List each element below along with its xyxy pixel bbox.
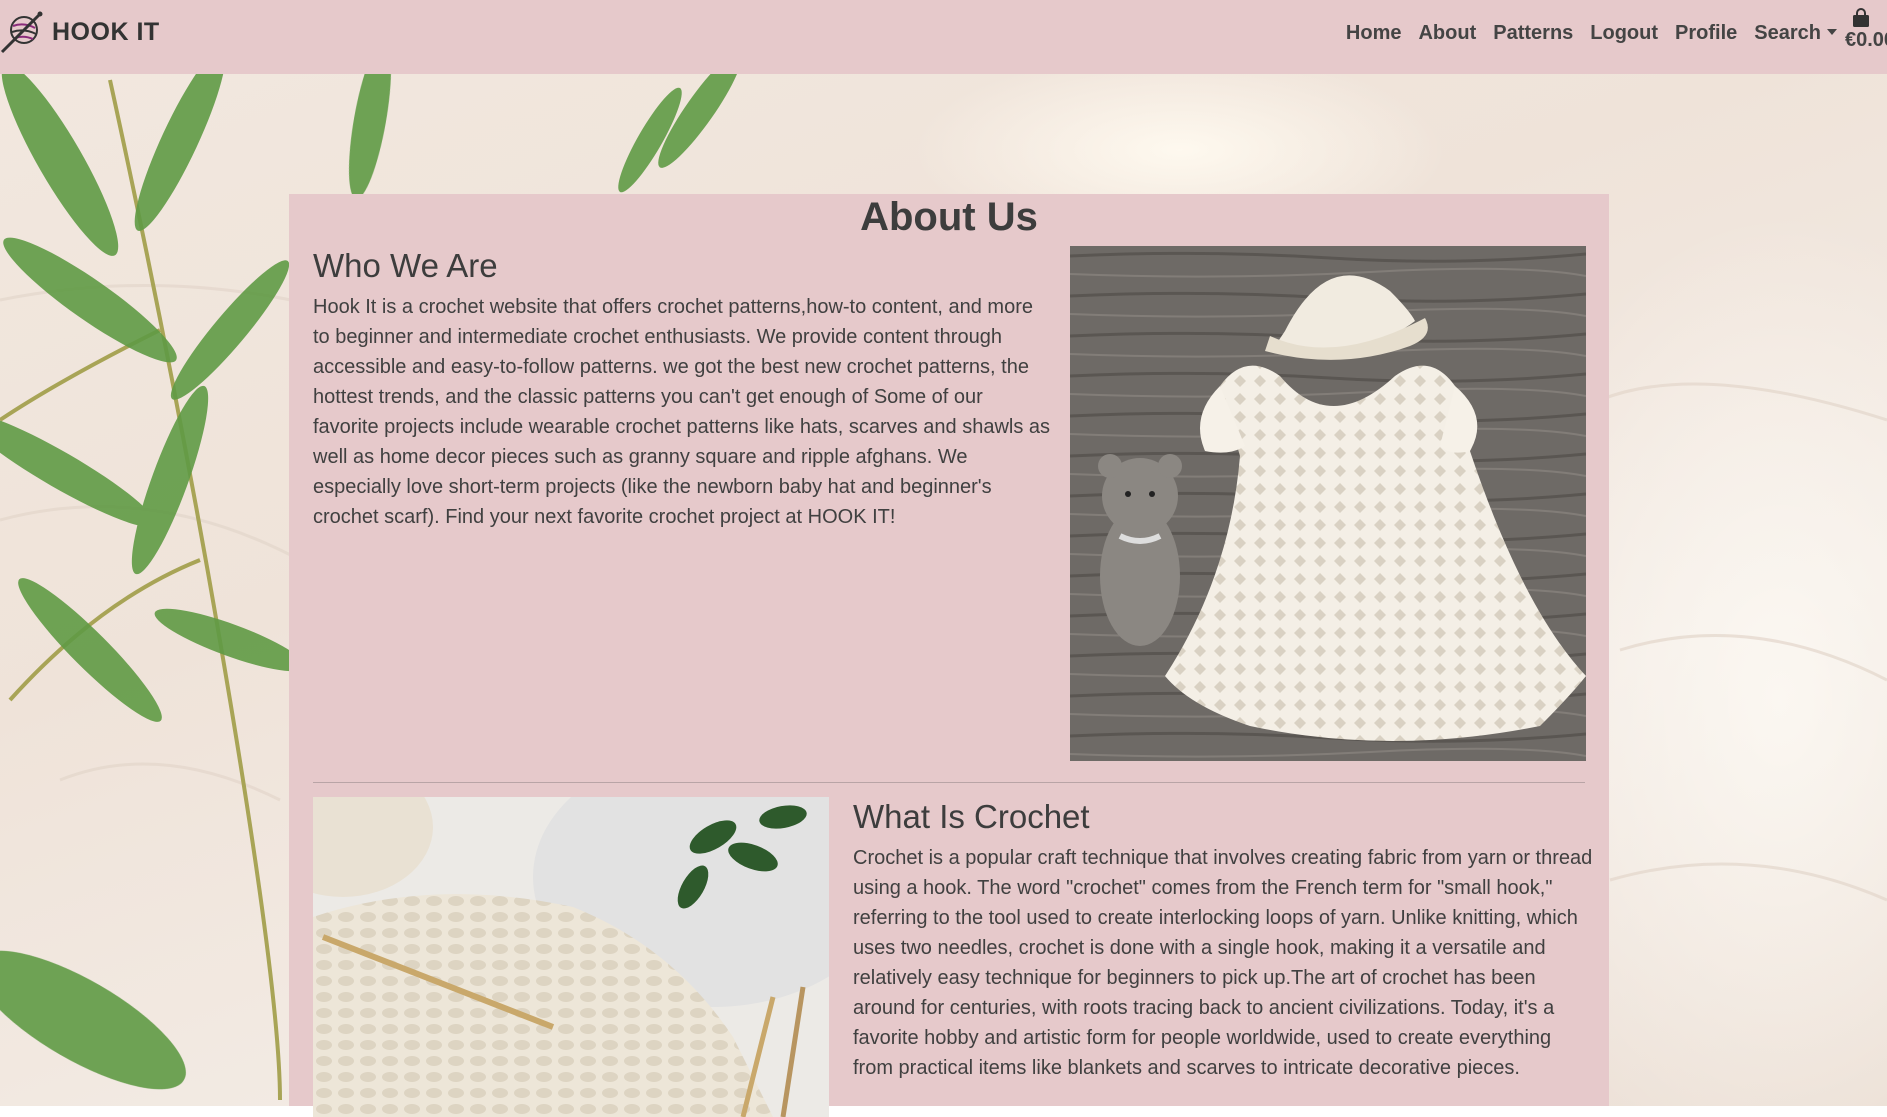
what-is-crochet-text-column: What Is Crochet Crochet is a popular cra… <box>853 797 1593 1083</box>
page-title: About Us <box>860 195 1038 239</box>
cart-button[interactable]: €0.00 <box>1845 8 1887 52</box>
nav-about-link[interactable]: About <box>1418 22 1476 45</box>
nav-patterns-link[interactable]: Patterns <box>1493 22 1573 45</box>
brand[interactable]: HOOK IT <box>0 10 160 54</box>
nav-logout-link[interactable]: Logout <box>1590 22 1658 45</box>
cart-total: €0.00 <box>1845 29 1887 51</box>
crochet-hook-yarn-logo-icon <box>0 11 43 54</box>
nav-home-link[interactable]: Home <box>1346 22 1402 45</box>
about-card: About Us Who We Are Hook It is a crochet… <box>289 194 1609 1117</box>
crochet-blanket-image <box>313 797 829 1117</box>
chevron-down-icon <box>1827 29 1837 35</box>
crochet-dress-image <box>1070 246 1586 761</box>
section-text: Crochet is a popular craft technique tha… <box>853 847 1593 1079</box>
section-divider <box>313 782 1585 783</box>
nav-profile-link[interactable]: Profile <box>1675 22 1737 45</box>
shopping-bag-icon <box>1853 8 1869 27</box>
navbar: HOOK IT Home About Patterns Logout Profi… <box>0 0 1887 74</box>
who-we-are-text-column: Who We Are Hook It is a crochet website … <box>313 246 1053 532</box>
section-text: Hook It is a crochet website that offers… <box>313 296 1051 528</box>
brand-name[interactable]: HOOK IT <box>52 18 160 47</box>
nav-links: Home About Patterns Logout Profile Searc… <box>1329 22 1837 45</box>
nav-search-label: Search <box>1754 22 1821 44</box>
section-title: What Is Crochet <box>853 798 1090 835</box>
section-title: Who We Are <box>313 247 498 284</box>
nav-search-dropdown[interactable]: Search <box>1754 22 1837 45</box>
